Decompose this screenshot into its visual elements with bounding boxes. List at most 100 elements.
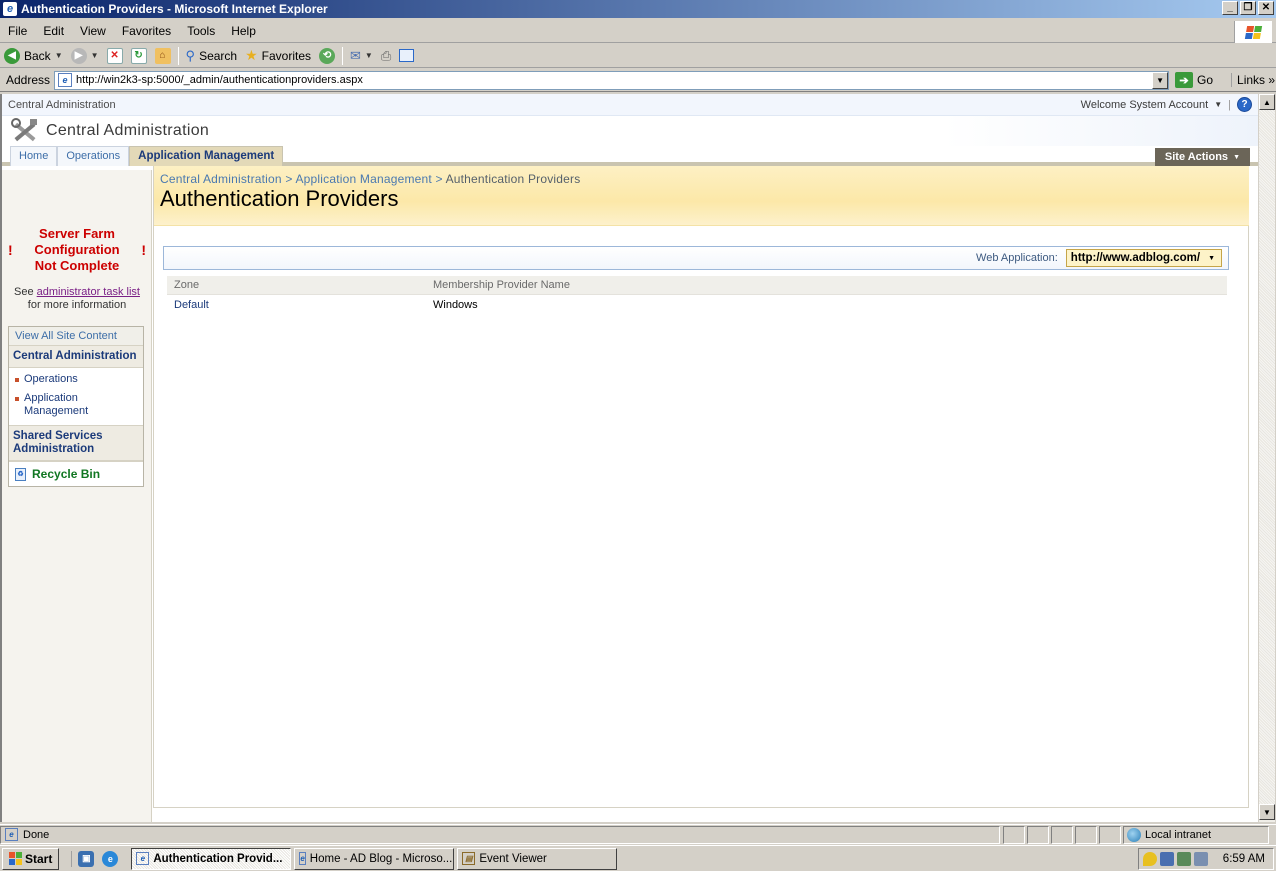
search-button[interactable]: ⚲ Search bbox=[182, 45, 242, 67]
warning-line: Configuration bbox=[34, 242, 120, 257]
site-actions-button[interactable]: Site Actions ▼ bbox=[1154, 148, 1250, 166]
see-task-list: See administrator task list for more inf… bbox=[8, 286, 146, 312]
status-bar: e Done Local intranet bbox=[0, 824, 1276, 844]
task-event-viewer[interactable]: ▤ Event Viewer bbox=[457, 847, 618, 870]
links-button[interactable]: Links » bbox=[1231, 73, 1275, 87]
star-icon: ★ bbox=[245, 47, 258, 63]
quick-launch: View All Site Content Central Administra… bbox=[8, 326, 144, 487]
vertical-scrollbar[interactable]: ▲ ▼ bbox=[1258, 94, 1275, 822]
address-label: Address bbox=[6, 73, 51, 87]
menu-view[interactable]: View bbox=[72, 24, 114, 38]
menu-tools[interactable]: Tools bbox=[179, 24, 223, 38]
welcome-label: Welcome System Account bbox=[1080, 98, 1209, 111]
favorites-button[interactable]: ★ Favorites bbox=[241, 45, 315, 67]
ql-item-operations[interactable]: Operations bbox=[9, 370, 143, 389]
mail-icon: ✉ bbox=[350, 47, 361, 63]
address-input[interactable]: e http://win2k3-sp:5000/_admin/authentic… bbox=[54, 70, 1170, 90]
maximize-button[interactable]: ❐ bbox=[1240, 1, 1256, 15]
menu-favorites[interactable]: Favorites bbox=[114, 24, 179, 38]
refresh-button[interactable]: ↻ bbox=[127, 45, 151, 67]
page-icon: e bbox=[5, 828, 18, 841]
sp-global-bar: Central Administration Welcome System Ac… bbox=[2, 94, 1258, 116]
shield-icon[interactable] bbox=[1143, 852, 1157, 866]
edit-page-icon bbox=[399, 49, 415, 62]
chevron-down-icon: ▼ bbox=[1208, 254, 1215, 262]
chevron-down-icon[interactable]: ▼ bbox=[55, 51, 63, 60]
tools-icon[interactable] bbox=[1177, 852, 1191, 866]
task-home-ad-blog[interactable]: e Home - AD Blog - Microso... bbox=[294, 847, 455, 870]
help-icon[interactable]: ? bbox=[1237, 97, 1252, 112]
toolbar-separator bbox=[177, 46, 179, 65]
toolbar-separator bbox=[342, 46, 344, 65]
home-button[interactable]: ⌂ bbox=[151, 45, 175, 67]
start-button[interactable]: Start bbox=[2, 847, 60, 870]
window-title-bar: e Authentication Providers - Microsoft I… bbox=[0, 0, 1276, 18]
show-desktop-icon[interactable]: ▣ bbox=[78, 850, 95, 867]
tab-operations[interactable]: Operations bbox=[57, 146, 130, 166]
welcome-menu[interactable]: Welcome System Account ▼ | ? bbox=[1081, 97, 1252, 112]
stop-button[interactable]: ✕ bbox=[103, 45, 127, 67]
web-application-value: http://www.adblog.com/ bbox=[1070, 252, 1201, 264]
zone-link[interactable]: Default bbox=[167, 299, 433, 311]
clock[interactable]: 6:59 AM bbox=[1223, 853, 1265, 865]
breadcrumb-link[interactable]: Application Management bbox=[295, 172, 431, 186]
table-header: Zone Membership Provider Name bbox=[167, 276, 1227, 295]
tab-home[interactable]: Home bbox=[10, 146, 58, 166]
bullet-icon bbox=[15, 378, 19, 382]
back-button[interactable]: ◀ Back ▼ bbox=[0, 45, 67, 67]
breadcrumb-link[interactable]: Central Administration bbox=[160, 172, 282, 186]
view-all-site-content-link[interactable]: View All Site Content bbox=[9, 327, 143, 346]
status-text: Done bbox=[23, 828, 50, 841]
intranet-icon bbox=[1127, 827, 1141, 842]
recycle-bin-link[interactable]: ♻ Recycle Bin bbox=[9, 461, 143, 486]
scroll-up-button[interactable]: ▲ bbox=[1259, 94, 1275, 110]
zone-label: Local intranet bbox=[1145, 828, 1212, 841]
task-label: Home - AD Blog - Microso... bbox=[309, 852, 453, 865]
admin-task-list-link[interactable]: administrator task list bbox=[37, 286, 140, 298]
site-title[interactable]: Central Administration bbox=[46, 122, 209, 140]
bullet-icon bbox=[15, 397, 19, 401]
left-navigation: ! Server Farm Configuration Not Complete… bbox=[2, 170, 152, 822]
tools-logo-icon bbox=[10, 118, 40, 144]
edit-button[interactable] bbox=[395, 45, 418, 67]
warning-line: Not Complete bbox=[34, 258, 120, 273]
chevron-down-icon[interactable]: ▼ bbox=[91, 51, 99, 60]
minimize-button[interactable]: _ bbox=[1222, 1, 1238, 15]
shared-services-heading[interactable]: Shared Services Administration bbox=[9, 425, 143, 461]
back-arrow-icon: ◀ bbox=[4, 47, 20, 64]
print-button[interactable]: ⎙ bbox=[377, 45, 395, 67]
chevron-down-icon[interactable]: ▼ bbox=[1152, 71, 1169, 89]
central-admin-heading[interactable]: Central Administration bbox=[9, 346, 143, 368]
windows-flag-icon bbox=[9, 852, 22, 865]
scroll-track[interactable] bbox=[1259, 110, 1275, 804]
go-button[interactable]: ➔ Go bbox=[1175, 72, 1213, 88]
security-zone[interactable]: Local intranet bbox=[1123, 825, 1269, 844]
recycle-bin-icon: ♻ bbox=[15, 467, 26, 481]
history-button[interactable]: ⟲ bbox=[315, 45, 339, 67]
close-button[interactable]: ✕ bbox=[1258, 1, 1274, 15]
ql-item-application-management[interactable]: Application Management bbox=[9, 389, 143, 421]
page-viewport: Central Administration Welcome System Ac… bbox=[0, 94, 1258, 822]
farm-config-warning: ! Server Farm Configuration Not Complete… bbox=[8, 226, 146, 274]
network-icon[interactable] bbox=[1160, 852, 1174, 866]
forward-button[interactable]: ▶ ▼ bbox=[67, 45, 103, 67]
favorites-label: Favorites bbox=[261, 48, 312, 63]
main-content: Central Administration > Application Man… bbox=[153, 166, 1249, 808]
global-breadcrumb[interactable]: Central Administration bbox=[8, 99, 116, 111]
ie-launch-icon[interactable]: e bbox=[102, 850, 119, 867]
tab-application-management[interactable]: Application Management bbox=[129, 146, 284, 166]
chevron-down-icon[interactable]: ▼ bbox=[365, 51, 373, 60]
computer-icon[interactable] bbox=[1194, 852, 1208, 866]
event-viewer-icon: ▤ bbox=[462, 852, 476, 865]
scroll-down-button[interactable]: ▼ bbox=[1259, 804, 1275, 820]
menu-file[interactable]: File bbox=[0, 24, 35, 38]
top-nav-tabs: Home Operations Application Management S… bbox=[2, 146, 1258, 166]
menu-help[interactable]: Help bbox=[223, 24, 264, 38]
status-cell bbox=[1051, 825, 1073, 844]
task-authentication-providers[interactable]: e Authentication Provid... bbox=[131, 847, 292, 870]
web-application-selector[interactable]: http://www.adblog.com/ ▼ bbox=[1065, 249, 1222, 267]
breadcrumb-current: Authentication Providers bbox=[445, 172, 581, 186]
mail-button[interactable]: ✉ ▼ bbox=[346, 45, 377, 67]
recycle-bin-label: Recycle Bin bbox=[32, 467, 101, 481]
menu-edit[interactable]: Edit bbox=[35, 24, 72, 38]
